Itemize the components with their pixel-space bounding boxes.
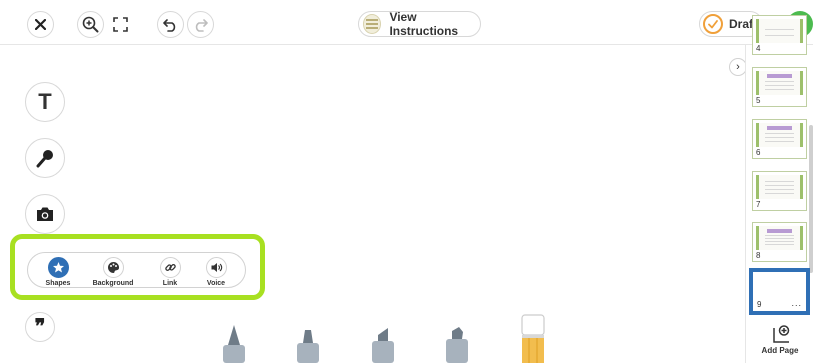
page-number: 8 [756, 251, 761, 260]
redo-button[interactable] [187, 11, 214, 38]
top-toolbar: View Instructions Draft [0, 0, 813, 45]
speaker-icon [205, 257, 227, 278]
voice-option[interactable]: Voice [191, 257, 241, 287]
microphone-icon [36, 150, 53, 168]
fullscreen-icon [113, 17, 128, 32]
shapes-option[interactable]: Shapes [33, 257, 83, 287]
microphone-tool-button[interactable] [25, 138, 65, 178]
zoom-in-button[interactable] [77, 11, 104, 38]
zoom-in-icon [82, 16, 99, 33]
add-page-button[interactable]: Add Page [746, 325, 813, 355]
marker-tool[interactable] [294, 329, 322, 363]
page-number: 9 [757, 300, 762, 309]
view-instructions-label: View Instructions [389, 10, 459, 38]
instructions-thumbnail-icon [363, 14, 382, 34]
close-button[interactable] [27, 11, 54, 38]
page-thumbnail[interactable]: 4 [752, 15, 807, 55]
eraser-tool[interactable] [519, 314, 547, 363]
media-options-bar: Shapes Background Link Voice [27, 252, 246, 288]
text-icon: T [38, 89, 52, 114]
page-thumbnail[interactable]: 7 [752, 171, 807, 211]
add-page-label: Add Page [761, 346, 799, 355]
background-label: Background [92, 280, 134, 287]
quote-tool-button[interactable]: ❞ [25, 312, 55, 342]
undo-button[interactable] [157, 11, 184, 38]
shapes-label: Shapes [45, 280, 71, 287]
text-tool-button[interactable]: T [25, 82, 65, 122]
view-instructions-button[interactable]: View Instructions [358, 10, 481, 38]
camera-icon [37, 207, 53, 221]
fullscreen-button[interactable] [107, 11, 134, 38]
shapes-icon [47, 257, 69, 278]
pages-scrollbar[interactable] [809, 125, 813, 273]
camera-tool-button[interactable] [25, 194, 65, 234]
voice-label: Voice [206, 280, 226, 287]
page-number: 7 [756, 200, 761, 209]
background-option[interactable]: Background [88, 257, 138, 287]
page-thumbnail[interactable]: 8 [752, 222, 807, 262]
pencil-tool[interactable] [220, 323, 248, 363]
highlighter-tool[interactable] [369, 327, 397, 363]
chevron-right-icon: › [736, 61, 740, 73]
redo-icon [195, 19, 208, 32]
link-option[interactable]: Link [145, 257, 195, 287]
page-number: 4 [756, 44, 761, 53]
pages-panel: 4 5 6 7 8 9 ... Add Page [745, 15, 813, 363]
page-thumbnail[interactable]: 5 [752, 67, 807, 107]
draft-check-icon [703, 14, 723, 34]
add-page-icon [773, 325, 790, 343]
undo-icon [163, 19, 176, 32]
close-icon [35, 19, 46, 30]
palette-icon [102, 257, 124, 278]
link-label: Link [162, 280, 178, 287]
page-more-options[interactable]: ... [791, 298, 802, 308]
page-number: 6 [756, 148, 761, 157]
page-thumbnail-selected[interactable]: 9 ... [749, 268, 810, 315]
link-icon [159, 257, 181, 278]
page-number: 5 [756, 96, 761, 105]
page-thumbnail[interactable]: 6 [752, 119, 807, 159]
spray-tool[interactable] [443, 325, 471, 363]
quote-icon: ❞ [34, 316, 46, 338]
